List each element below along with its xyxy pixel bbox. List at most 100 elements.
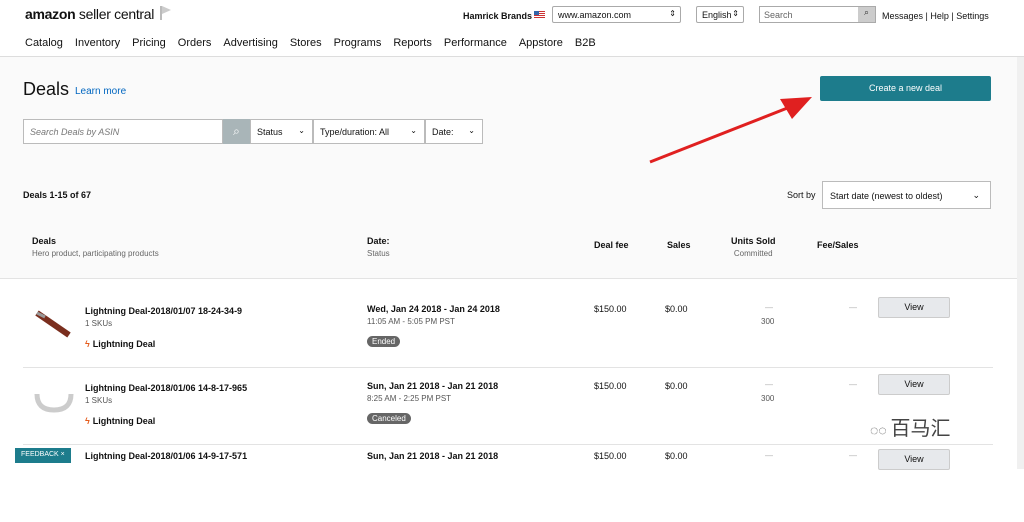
feedback-button[interactable]: FEEDBACK × — [15, 448, 71, 463]
deal-name[interactable]: Lightning Deal-2018/01/06 14-9-17-571 — [85, 451, 247, 461]
nav-stores[interactable]: Stores — [290, 37, 322, 49]
deal-time: 8:25 AM - 2:25 PM PST — [367, 394, 452, 403]
create-deal-button[interactable]: Create a new deal — [820, 76, 991, 101]
watermark: ◌◌ 百马汇 — [870, 412, 951, 441]
logo[interactable]: amazon seller central — [25, 6, 154, 22]
units-committed: 300 — [761, 394, 775, 403]
col-date-sub: Status — [367, 249, 390, 258]
status-badge: Ended — [367, 336, 401, 347]
table-row: Lightning Deal-2018/01/06 14-9-17-571 Su… — [23, 445, 993, 522]
view-button[interactable]: View — [878, 374, 950, 395]
units-sold: — — [765, 303, 773, 312]
col-units-label: Units Sold — [731, 236, 776, 246]
units-sold: — — [765, 451, 773, 460]
deal-sales: $0.00 — [665, 451, 688, 461]
nav-orders[interactable]: Orders — [178, 37, 212, 49]
deal-sales: $0.00 — [665, 381, 688, 391]
view-button[interactable]: View — [878, 297, 950, 318]
deal-fee: $150.00 — [594, 381, 627, 391]
units-committed: 300 — [761, 317, 775, 326]
asin-search-input[interactable]: Search Deals by ASIN — [23, 119, 223, 144]
search-input[interactable]: Search ⌕ — [759, 6, 876, 23]
settings-link[interactable]: Settings — [956, 11, 989, 21]
deal-date: Sun, Jan 21 2018 - Jan 21 2018 — [367, 451, 499, 461]
lightning-icon: ϟ — [85, 416, 90, 426]
chevron-down-icon: ⌄ — [410, 126, 417, 135]
deal-date: Wed, Jan 24 2018 - Jan 24 2018 — [367, 304, 500, 314]
table-row: Lightning Deal-2018/01/06 14-8-17-965 1 … — [23, 368, 993, 445]
type-filter[interactable]: Type/duration: All ⌄ — [313, 119, 425, 144]
nav-performance[interactable]: Performance — [444, 37, 507, 49]
search-placeholder: Search — [764, 10, 793, 20]
header-links: Messages | Help | Settings — [882, 11, 989, 21]
col-deals-label: Deals — [32, 236, 57, 246]
nav-b2b[interactable]: B2B — [575, 37, 596, 49]
search-icon[interactable]: ⌕ — [858, 7, 875, 22]
fee-sales: — — [849, 451, 857, 460]
fee-sales: — — [849, 303, 857, 312]
status-filter-label: Status — [257, 127, 283, 137]
sort-value: Start date (newest to oldest) — [830, 191, 943, 201]
sort-select[interactable]: Start date (newest to oldest) ⌄ — [822, 181, 991, 209]
sku-count: 1 SKUs — [85, 319, 113, 328]
col-date-label: Date: — [367, 236, 390, 246]
view-button[interactable]: View — [878, 449, 950, 470]
sort-label: Sort by — [787, 190, 816, 200]
deal-name[interactable]: Lightning Deal-2018/01/06 14-8-17-965 — [85, 383, 247, 393]
nav-appstore[interactable]: Appstore — [519, 37, 563, 49]
col-date: Date: Status — [367, 236, 390, 258]
updown-icon: ⇕ — [732, 9, 739, 18]
nav-reports[interactable]: Reports — [393, 37, 432, 49]
date-filter-label: Date: — [432, 127, 454, 137]
nav-inventory[interactable]: Inventory — [75, 37, 120, 49]
deal-fee: $150.00 — [594, 451, 627, 461]
product-thumbnail — [35, 310, 71, 338]
nav-catalog[interactable]: Catalog — [25, 37, 63, 49]
help-link[interactable]: Help — [930, 11, 949, 21]
sku-count: 1 SKUs — [85, 396, 113, 405]
search-icon[interactable]: ⌕ — [223, 119, 250, 144]
us-flag-icon — [534, 11, 545, 19]
deal-type-label: Lightning Deal — [92, 339, 156, 349]
marketplace-select[interactable]: www.amazon.com ⇕ — [552, 6, 681, 23]
deal-name[interactable]: Lightning Deal-2018/01/07 18-24-34-9 — [85, 306, 242, 316]
col-fee-sales: Fee/Sales — [817, 240, 859, 250]
top-bar: amazon seller central Hamrick Brands www… — [0, 0, 1024, 30]
chevron-down-icon: ⌄ — [298, 126, 305, 135]
col-units-sub: Committed — [733, 249, 773, 258]
messages-link[interactable]: Messages — [882, 11, 923, 21]
chevron-down-icon: ⌄ — [468, 126, 475, 135]
chevron-down-icon: ⌄ — [972, 190, 980, 200]
status-badge: Canceled — [367, 413, 411, 424]
deals-page: Deals Learn more Create a new deal Searc… — [0, 57, 1024, 470]
marketplace-value: www.amazon.com — [558, 10, 632, 20]
col-units: Units Sold Committed — [731, 236, 776, 258]
deals-list: Deals 1-15 of 67 Sort by Start date (new… — [0, 170, 1017, 278]
type-filter-label: Type/duration: All — [320, 127, 390, 137]
deal-fee: $150.00 — [594, 304, 627, 314]
deal-date: Sun, Jan 21 2018 - Jan 21 2018 — [367, 381, 499, 391]
nav-programs[interactable]: Programs — [334, 37, 382, 49]
deal-type-label: Lightning Deal — [92, 416, 156, 426]
red-arrow-annotation — [649, 97, 812, 164]
col-fee: Deal fee — [594, 240, 629, 250]
account-name[interactable]: Hamrick Brands — [463, 11, 532, 21]
deals-table: Lightning Deal-2018/01/07 18-24-34-9 1 S… — [0, 278, 1017, 470]
main-nav: Catalog Inventory Pricing Orders Adverti… — [0, 30, 1024, 57]
nav-pricing[interactable]: Pricing — [132, 37, 166, 49]
nav-advertising[interactable]: Advertising — [223, 37, 277, 49]
deal-type: ϟ Lightning Deal — [85, 416, 155, 426]
date-filter[interactable]: Date: ⌄ — [425, 119, 483, 144]
col-sales: Sales — [667, 240, 691, 250]
scrollbar[interactable] — [1017, 57, 1024, 469]
language-select[interactable]: English ⇕ — [696, 6, 744, 23]
updown-icon: ⇕ — [669, 9, 676, 18]
deal-type: ϟ Lightning Deal — [85, 339, 155, 349]
product-thumbnail — [34, 393, 74, 413]
table-row: Lightning Deal-2018/01/07 18-24-34-9 1 S… — [23, 291, 993, 368]
status-filter[interactable]: Status ⌄ — [250, 119, 313, 144]
learn-more-link[interactable]: Learn more — [75, 86, 126, 97]
flag-icon[interactable] — [160, 6, 172, 20]
deal-time: 11:05 AM - 5:05 PM PST — [367, 317, 455, 326]
fee-sales: — — [849, 380, 857, 389]
